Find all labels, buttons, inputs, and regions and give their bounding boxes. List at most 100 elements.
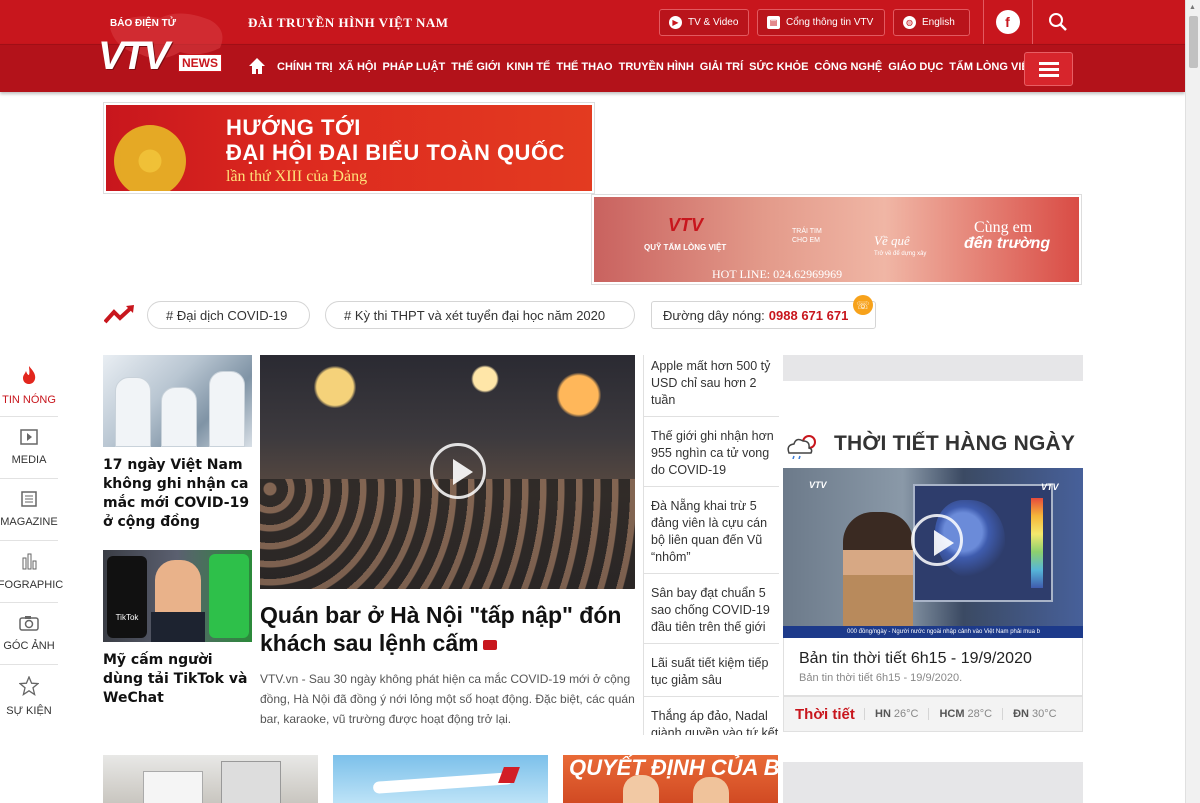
feature-title-text[interactable]: Quán bar ở Hà Nội "tấp nập" đón khách sa… (260, 602, 621, 656)
weather-video-subtitle: Bản tin thời tiết 6h15 - 19/9/2020. (799, 672, 963, 684)
news-ticker: 000 đồng/ngày - Người nước ngoài nhập cả… (783, 626, 1083, 638)
list-item[interactable]: Lãi suất tiết kiệm tiếp tục giảm sâu (644, 652, 779, 697)
english-button[interactable]: ◍ English (893, 9, 970, 36)
sidebar-item-media[interactable]: MEDIA (0, 417, 58, 479)
news-thumbnail-lab[interactable] (103, 755, 318, 803)
news-thumbnail-decision[interactable]: QUYẾT ĐỊNH CỦA BỘ (563, 755, 778, 803)
sidebar-label: SỰ KIỆN (6, 704, 52, 717)
tiktok-icon: TikTok (107, 556, 147, 638)
home-icon[interactable] (248, 57, 266, 75)
list-item[interactable]: Sân bay đạt chuẩn 5 sao chống COVID-19 đ… (644, 582, 779, 644)
media-icon (20, 429, 38, 448)
phone-icon: ☏ (853, 295, 873, 315)
nav-item-kinh-te[interactable]: KINH TẾ (506, 61, 556, 73)
video-camera-icon (482, 639, 497, 650)
charity-fund-name: QUỸ TẤM LÒNG VIỆT (644, 243, 727, 252)
vtv-portal-button[interactable]: ▤ Cổng thông tin VTV (757, 9, 885, 36)
tag-thpt[interactable]: # Kỳ thi THPT và xét tuyển đại học năm 2… (325, 301, 635, 329)
sidebar-label: MAGAZINE (0, 516, 58, 528)
nav-item-the-thao[interactable]: THỂ THAO (556, 61, 618, 73)
tv-video-label: TV & Video (688, 17, 739, 28)
logo-small-text: BÁO ĐIỆN TỬ (110, 18, 177, 29)
sidebar-item-goc-anh[interactable]: GÓC ẢNH (0, 603, 58, 665)
nav-item-the-gioi[interactable]: THẾ GIỚI (451, 61, 506, 73)
latest-news-list: Apple mất hơn 500 tỷ USD chỉ sau hơn 2 t… (643, 355, 779, 735)
banner-line3: lần thứ XIII của Đảng (226, 168, 368, 185)
news-title-covid[interactable]: 17 ngày Việt Nam không ghi nhận ca mắc m… (103, 456, 252, 532)
charity-den-truong: đến trường (964, 235, 1051, 252)
hotline-label: Đường dây nóng: (663, 307, 765, 323)
feature-title[interactable]: Quán bar ở Hà Nội "tấp nập" đón khách sa… (260, 601, 635, 657)
nav-item-giao-duc[interactable]: GIÁO DỤC (888, 61, 949, 73)
sidebar-item-tin-nong[interactable]: TIN NÓNG (0, 355, 58, 417)
english-label: English (922, 17, 955, 28)
sidebar-label: MEDIA (11, 454, 47, 466)
hotline-number: 0988 671 671 (768, 307, 849, 323)
weather-heading: THỜI TIẾT HÀNG NGÀY (834, 432, 1076, 455)
banner-line2: ĐẠI HỘI ĐẠI BIỂU TOÀN QUỐC (226, 140, 565, 165)
nav-item-chinh-tri[interactable]: CHÍNH TRỊ (277, 61, 339, 73)
play-icon[interactable] (430, 443, 486, 499)
list-item[interactable]: Thắng áp đảo, Nadal giành quyền vào tứ k… (644, 705, 779, 735)
nav-item-xa-hoi[interactable]: XÃ HỘI (339, 61, 383, 73)
nav-item-phap-luat[interactable]: PHÁP LUẬT (383, 61, 452, 73)
weather-video-title[interactable]: Bản tin thời tiết 6h15 - 19/9/2020 (799, 650, 1082, 668)
facebook-icon: f (995, 10, 1020, 34)
weather-city-hn[interactable]: HN 26°C (864, 708, 928, 720)
weather-caption[interactable]: Bản tin thời tiết 6h15 - 19/9/2020 Bản t… (783, 638, 1083, 696)
scroll-up-icon[interactable]: ▲ (1189, 4, 1196, 11)
weather-city-dn[interactable]: ĐN 30°C (1002, 708, 1066, 720)
charity-hotline: HOT LINE: 024.62969969 (712, 267, 843, 281)
charity-banner[interactable]: VTV QUỸ TẤM LÒNG VIỆT TRÁI TIM CHO EM Về… (591, 194, 1082, 285)
news-thumbnail-covid[interactable] (103, 355, 252, 447)
wechat-icon (209, 554, 249, 638)
vtv-watermark-icon: VTV (1041, 482, 1059, 492)
list-item[interactable]: Apple mất hơn 500 tỷ USD chỉ sau hơn 2 t… (644, 355, 779, 417)
globe-icon: ◍ (903, 16, 916, 29)
sidebar-label: TIN NÓNG (2, 394, 56, 406)
party-congress-banner[interactable]: HƯỚNG TỚI ĐẠI HỘI ĐẠI BIỂU TOÀN QUỐC lần… (103, 102, 595, 194)
nav-item-cong-nghe[interactable]: CÔNG NGHỆ (814, 61, 888, 73)
charity-ve-que: Về quê (874, 233, 910, 248)
sidebar-item-su-kien[interactable]: SỰ KIỆN (0, 665, 58, 727)
weather-video-thumbnail[interactable]: VTV VTV 000 đồng/ngày - Người nước ngoài… (783, 468, 1083, 638)
nav-menu: CHÍNH TRỊ XÃ HỘI PHÁP LUẬT THẾ GIỚI KINH… (277, 61, 1041, 73)
tv-video-button[interactable]: ▶ TV & Video (659, 9, 749, 36)
list-item[interactable]: Thế giới ghi nhận hơn 955 nghìn ca tử vo… (644, 425, 779, 487)
hamburger-menu-button[interactable] (1024, 52, 1073, 86)
weather-bar[interactable]: Thời tiết HN 26°C HCM 28°C ĐN 30°C (783, 696, 1083, 732)
weather-bar-label: Thời tiết (795, 705, 855, 723)
news-thumbnail-airplane[interactable] (333, 755, 548, 803)
infographic-icon (21, 552, 37, 573)
charity-tro-ve: Trở về để dựng xây (874, 251, 927, 257)
search-button[interactable] (1032, 0, 1082, 44)
news-thumbnail-tiktok[interactable]: TikTok (103, 550, 252, 642)
facebook-button[interactable]: f (983, 0, 1031, 44)
ad-placeholder (783, 355, 1083, 381)
sidebar-item-infographic[interactable]: INFOGRAPHIC (0, 541, 63, 603)
weather-city-hcm[interactable]: HCM 28°C (928, 708, 1002, 720)
thumbnail-overlay-text: QUYẾT ĐỊNH CỦA BỘ (569, 755, 778, 780)
nav-item-giai-tri[interactable]: GIẢI TRÍ (700, 61, 749, 73)
channel-name[interactable]: ĐÀI TRUYỀN HÌNH VIỆT NAM (248, 15, 449, 31)
sidebar-item-magazine[interactable]: MAGAZINE (0, 479, 58, 541)
feature-video-thumbnail[interactable] (260, 355, 635, 589)
vtv-portal-label: Cổng thông tin VTV (786, 17, 874, 28)
portal-icon: ▤ (767, 16, 780, 29)
ad-placeholder-bottom (783, 762, 1083, 803)
logo-vtv: VTV (98, 34, 170, 78)
news-title-tiktok[interactable]: Mỹ cấm người dùng tải TikTok và WeChat (103, 651, 255, 708)
nav-item-suc-khoe[interactable]: SỨC KHỎE (749, 61, 814, 73)
list-item[interactable]: Đà Nẵng khai trừ 5 đảng viên là cựu cán … (644, 495, 779, 574)
hotline-box[interactable]: Đường dây nóng: 0988 671 671 (651, 301, 876, 329)
feature-description: VTV.vn - Sau 30 ngày không phát hiện ca … (260, 672, 635, 726)
charity-logo: VTV (668, 215, 704, 235)
charity-trai-tim: TRÁI TIM CHO EM (792, 228, 822, 244)
play-icon[interactable] (911, 514, 963, 566)
scroll-thumb[interactable] (1189, 16, 1198, 68)
page-scrollbar[interactable]: ▲ (1185, 0, 1200, 803)
nav-item-truyen-hinh[interactable]: TRUYỀN HÌNH (619, 61, 700, 73)
magazine-icon (21, 491, 37, 510)
tag-covid[interactable]: # Đại dịch COVID-19 (147, 301, 310, 329)
play-icon: ▶ (669, 16, 682, 29)
